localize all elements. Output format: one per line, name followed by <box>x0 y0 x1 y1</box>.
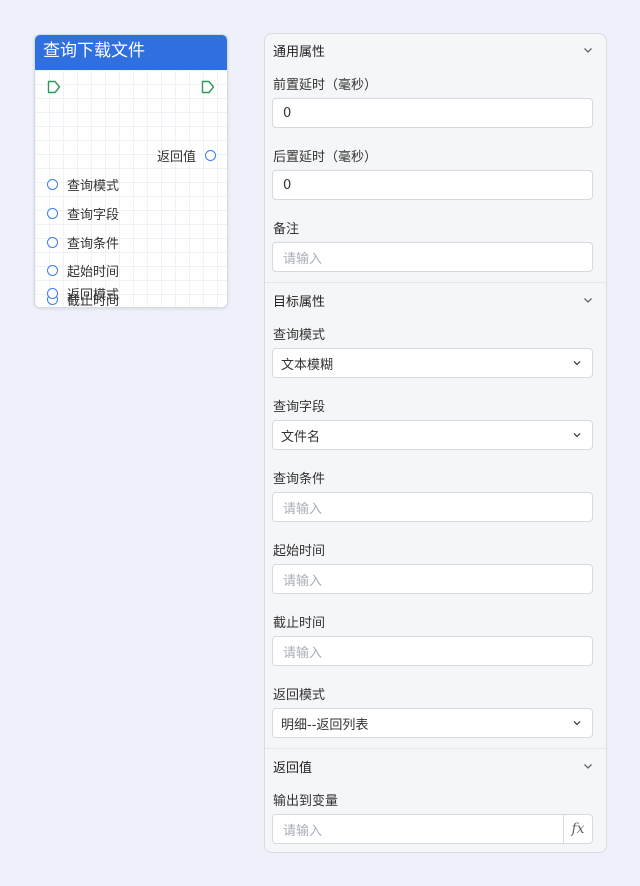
query-mode-label: 查询模式 <box>273 328 326 343</box>
post-delay-label: 后置延时（毫秒） <box>273 150 378 165</box>
input-port-start-time: 起始时间 <box>35 260 227 280</box>
start-time-label: 起始时间 <box>273 544 326 559</box>
port-dot[interactable] <box>47 287 58 299</box>
output-var-input[interactable]: 请输入 fx <box>272 814 593 844</box>
output-port-return-value: 返回值 <box>35 145 227 165</box>
query-mode-value: 文本模糊 <box>281 357 334 373</box>
flow-out-icon[interactable] <box>201 80 215 94</box>
section-title: 返回值 <box>273 760 313 776</box>
section-divider <box>265 748 606 749</box>
return-mode-select[interactable]: 明细--返回列表 <box>272 708 593 738</box>
section-title: 目标属性 <box>273 294 326 310</box>
start-time-input[interactable]: 请输入 <box>272 564 593 594</box>
output-var-label: 输出到变量 <box>273 794 339 809</box>
node-body: 返回值 查询模式 查询字段 查询条件 起始时间 截止时间 <box>35 70 227 307</box>
node-card[interactable]: 查询下载文件 返回值 查询模式 查询字段 查询条件 起始时间 截止时间 <box>34 34 228 308</box>
port-label: 查询模式 <box>67 178 120 194</box>
pre-delay-input[interactable]: 0 <box>272 98 593 128</box>
input-port-return-mode: 返回模式 <box>34 283 228 303</box>
note-input[interactable]: 请输入 <box>272 242 593 272</box>
input-port-query-mode: 查询模式 <box>35 174 227 194</box>
end-time-label: 截止时间 <box>273 616 326 631</box>
output-var-placeholder: 请输入 <box>283 823 323 839</box>
section-divider <box>265 282 606 283</box>
return-mode-label: 返回模式 <box>273 688 326 703</box>
flow-in-icon[interactable] <box>47 80 61 94</box>
query-condition-placeholder: 请输入 <box>283 501 323 517</box>
chevron-down-icon[interactable] <box>582 44 594 56</box>
query-field-select[interactable]: 文件名 <box>272 420 593 450</box>
node-title: 查询下载文件 <box>35 35 227 70</box>
chevron-down-icon <box>573 433 581 438</box>
chevron-down-icon[interactable] <box>582 294 594 306</box>
note-label: 备注 <box>273 222 300 237</box>
fx-icon[interactable]: fx <box>563 815 592 843</box>
chevron-down-icon[interactable] <box>582 760 594 772</box>
pre-delay-value: 0 <box>283 105 292 121</box>
input-port-query-field: 查询字段 <box>35 203 227 223</box>
query-field-label: 查询字段 <box>273 400 326 415</box>
start-time-placeholder: 请输入 <box>283 573 323 589</box>
end-time-input[interactable]: 请输入 <box>272 636 593 666</box>
input-port-query-condition: 查询条件 <box>35 232 227 252</box>
section-general-header[interactable]: 通用属性 <box>265 34 606 66</box>
chevron-down-icon <box>573 361 581 366</box>
port-label: 查询字段 <box>67 207 120 223</box>
port-label: 起始时间 <box>67 264 120 280</box>
return-mode-value: 明细--返回列表 <box>281 717 369 733</box>
port-label: 返回值 <box>156 149 196 165</box>
port-dot[interactable] <box>47 178 58 190</box>
section-return-header[interactable]: 返回值 <box>265 750 606 782</box>
port-dot[interactable] <box>205 149 216 161</box>
properties-panel: 通用属性 前置延时（毫秒） 0 后置延时（毫秒） 0 备注 请输入 目标属性 查… <box>264 33 607 853</box>
port-label: 查询条件 <box>67 236 120 252</box>
chevron-down-icon <box>573 721 581 726</box>
post-delay-value: 0 <box>283 177 292 193</box>
query-condition-input[interactable]: 请输入 <box>272 492 593 522</box>
query-condition-label: 查询条件 <box>273 472 326 487</box>
end-time-placeholder: 请输入 <box>283 645 323 661</box>
post-delay-input[interactable]: 0 <box>272 170 593 200</box>
query-mode-select[interactable]: 文本模糊 <box>272 348 593 378</box>
port-dot[interactable] <box>47 207 58 219</box>
port-label: 返回模式 <box>67 287 120 303</box>
section-target-header[interactable]: 目标属性 <box>265 284 606 316</box>
pre-delay-label: 前置延时（毫秒） <box>273 78 378 93</box>
port-dot[interactable] <box>47 264 58 276</box>
note-placeholder: 请输入 <box>283 251 323 267</box>
section-title: 通用属性 <box>273 44 326 60</box>
query-field-value: 文件名 <box>281 429 321 445</box>
port-dot[interactable] <box>47 236 58 248</box>
